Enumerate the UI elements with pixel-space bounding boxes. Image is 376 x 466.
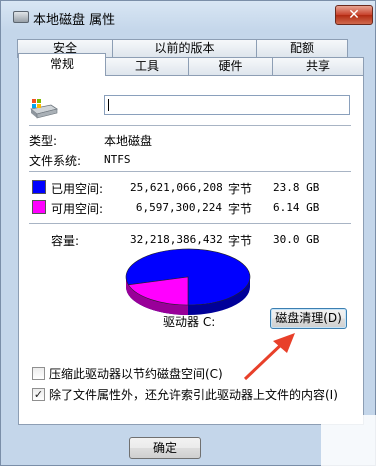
type-value: 本地磁盘 (104, 134, 153, 148)
drive-letter-label: 驱动器 C: (163, 315, 216, 329)
ok-button[interactable]: 确定 (129, 437, 201, 459)
free-space-label: 可用空间: (51, 202, 104, 216)
text-caret (108, 99, 109, 111)
disk-usage-pie-chart (125, 248, 251, 315)
type-label: 类型: (29, 134, 58, 148)
free-space-bytes: 6,597,300,224 (135, 201, 222, 214)
free-space-swatch (32, 200, 46, 214)
window-title: 本地磁盘 属性 (33, 13, 116, 28)
used-space-swatch (32, 180, 46, 194)
used-space-bytes: 25,621,066,208 (130, 181, 223, 194)
compress-option-label[interactable]: 压缩此驱动器以节约磁盘空间(C) (49, 365, 223, 382)
title-bar[interactable]: 本地磁盘 属性 ✕ (1, 1, 375, 33)
tab-tools[interactable]: 工具 (105, 57, 189, 76)
hard-drive-icon (30, 99, 58, 119)
disk-cleanup-button[interactable]: 磁盘清理(D) (270, 308, 347, 329)
close-button[interactable]: ✕ (335, 5, 373, 25)
tab-general[interactable]: 常规 (18, 53, 106, 76)
capacity-size: 30.0 GB (273, 233, 320, 246)
used-space-unit: 字节 (228, 182, 253, 196)
free-space-unit: 字节 (228, 202, 253, 216)
file-system-value: NTFS (104, 153, 131, 166)
divider (29, 171, 351, 172)
used-space-label: 已用空间: (51, 182, 104, 196)
compress-checkbox[interactable] (32, 367, 45, 380)
tab-hardware[interactable]: 硬件 (188, 57, 273, 76)
tab-quota[interactable]: 配额 (256, 39, 348, 58)
properties-window: 本地磁盘 属性 ✕ 安全 以前的版本 配额 常规 工具 硬件 共享 类型: 本地… (0, 0, 376, 466)
free-space-size: 6.14 GB (273, 201, 320, 214)
used-space-size: 23.8 GB (273, 181, 320, 194)
watermark-overlay (321, 415, 376, 466)
drive-icon (13, 11, 29, 23)
volume-name-input[interactable] (104, 95, 350, 115)
file-system-label: 文件系统: (29, 154, 82, 168)
tab-previous-versions[interactable]: 以前的版本 (112, 39, 257, 58)
capacity-label: 容量: (51, 234, 80, 248)
annotation-arrow (243, 333, 295, 381)
tab-sharing[interactable]: 共享 (272, 57, 364, 76)
index-checkbox[interactable]: ✓ (32, 388, 45, 401)
index-option-label[interactable]: 除了文件属性外，还允许索引此驱动器上文件的内容(I) (49, 386, 338, 403)
arrow-shaft (243, 339, 287, 381)
divider (29, 223, 351, 224)
divider (29, 125, 351, 126)
